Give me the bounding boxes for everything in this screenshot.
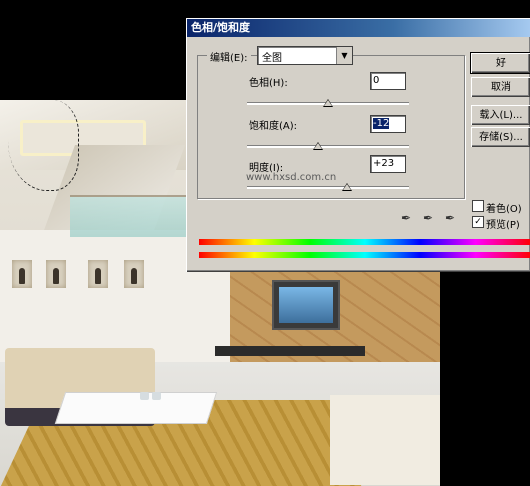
cup bbox=[140, 392, 149, 400]
save-button[interactable]: 存储(S)... bbox=[471, 127, 530, 147]
hue-slider-thumb[interactable] bbox=[323, 99, 333, 107]
saturation-input[interactable]: -12 bbox=[370, 115, 406, 133]
cancel-button[interactable]: 取消 bbox=[471, 77, 530, 97]
output-spectrum-bar bbox=[199, 252, 530, 258]
input-spectrum-bar bbox=[199, 239, 530, 245]
wall-niche bbox=[124, 260, 144, 288]
lightness-slider-thumb[interactable] bbox=[341, 183, 352, 191]
coffee-table bbox=[54, 392, 218, 424]
hue-label: 色相(H): bbox=[249, 78, 288, 89]
edit-channel-value: 全图 bbox=[262, 53, 282, 64]
wall-niche bbox=[12, 260, 32, 288]
edit-label: 编辑(E): bbox=[207, 49, 251, 64]
colorize-checkbox[interactable] bbox=[472, 200, 484, 212]
load-button[interactable]: 载入(L)... bbox=[471, 105, 530, 125]
hue-saturation-dialog: 色相/饱和度 编辑(E): 全图 ▼ 色相(H): 0 饱和度(A): -12 … bbox=[186, 18, 530, 272]
eyedropper-minus-icon[interactable]: ✒ bbox=[443, 211, 457, 225]
edit-channel-select[interactable]: 全图 ▼ bbox=[257, 46, 353, 65]
ok-button[interactable]: 好 bbox=[470, 52, 530, 74]
marquee-selection bbox=[8, 100, 79, 191]
dialog-title[interactable]: 色相/饱和度 bbox=[187, 19, 530, 37]
saturation-slider-track[interactable] bbox=[247, 145, 409, 148]
lightness-slider-track[interactable] bbox=[247, 186, 409, 189]
cup bbox=[152, 392, 161, 400]
wall-niche bbox=[46, 260, 66, 288]
colorize-label: 着色(O) bbox=[486, 204, 522, 215]
saturation-label: 饱和度(A): bbox=[249, 121, 298, 132]
hue-input[interactable]: 0 bbox=[370, 72, 406, 90]
wall-niche bbox=[88, 260, 108, 288]
armchair bbox=[330, 395, 440, 485]
chevron-down-icon[interactable]: ▼ bbox=[336, 47, 352, 64]
glass-railing bbox=[70, 195, 200, 237]
eyedropper-plus-icon[interactable]: ✒ bbox=[421, 211, 435, 225]
preview-label: 预览(P) bbox=[486, 220, 520, 231]
tv-cabinet bbox=[215, 346, 365, 356]
saturation-slider-thumb[interactable] bbox=[313, 142, 324, 150]
eyedropper-icon[interactable]: ✒ bbox=[399, 211, 413, 225]
watermark-text: www.hxsd.com.cn bbox=[246, 172, 337, 183]
lightness-input[interactable]: +23 bbox=[370, 155, 406, 173]
preview-checkbox[interactable]: ✓ bbox=[472, 216, 484, 228]
television bbox=[272, 280, 340, 330]
